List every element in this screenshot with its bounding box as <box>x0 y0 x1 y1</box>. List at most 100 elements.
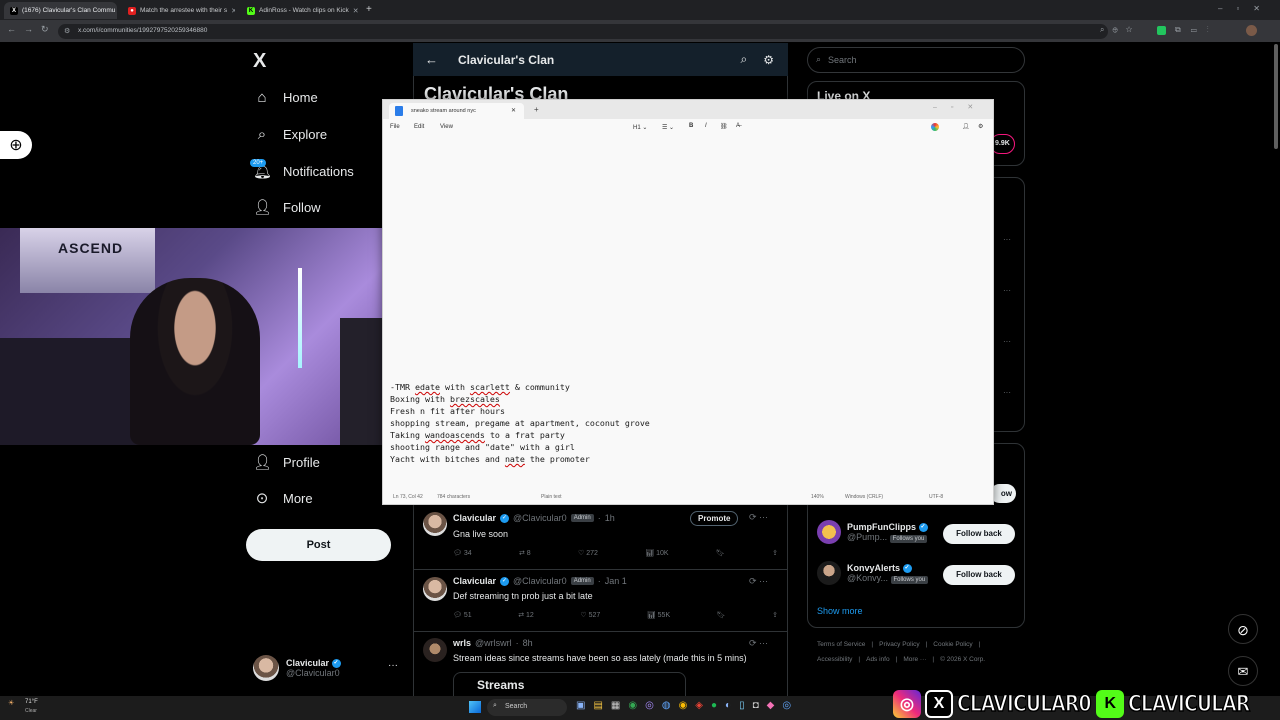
copilot-icon[interactable] <box>931 123 939 131</box>
footer-link[interactable]: More ··· <box>903 656 926 663</box>
app-icon[interactable]: ◎ <box>782 700 791 711</box>
bookmark-icon[interactable]: 🔖︎ <box>716 549 725 557</box>
close-icon[interactable]: ✕ <box>511 107 516 114</box>
tweet-handle[interactable]: @wrlswrl <box>475 638 512 648</box>
profile-avatar-icon[interactable] <box>1246 25 1257 36</box>
notepad-window[interactable]: sneako stream around nyc ✕ + –▫✕ File Ed… <box>382 99 994 505</box>
url-bar[interactable]: x.com/i/communities/1992797520259346880 <box>58 24 1108 39</box>
post-button[interactable]: Post <box>246 529 391 561</box>
new-tab-button[interactable]: + <box>366 4 372 15</box>
like-button[interactable]: ♡ 527 <box>580 611 600 619</box>
reply-button[interactable]: 💬︎ 34 <box>453 549 472 557</box>
footer-link[interactable]: Ads info <box>866 656 890 663</box>
tweet-time[interactable]: 1h <box>605 513 615 523</box>
toolbar-icons[interactable]: ⌕⊕☆ <box>1100 25 1140 35</box>
list-icon[interactable]: ☰ ⌄ <box>662 124 674 131</box>
tweet-time[interactable]: 8h <box>523 638 533 648</box>
page-scrollbar[interactable] <box>1274 44 1278 149</box>
account-switcher[interactable]: Clavicular ✓ @Clavicular0 <box>253 655 341 681</box>
grok-icon[interactable]: ⊘ <box>1228 614 1258 644</box>
promote-button[interactable]: Promote <box>690 511 739 526</box>
views-button[interactable]: 📊︎ 55K <box>647 611 670 619</box>
views-button[interactable]: 📊︎ 10K <box>645 549 668 557</box>
app-icon[interactable]: ◈ <box>695 700 703 711</box>
show-more-link[interactable]: Show more <box>817 606 863 616</box>
windows-start-icon[interactable] <box>469 701 481 713</box>
bookmark-icon[interactable]: 🔖︎ <box>717 611 726 619</box>
browser-menu-icons[interactable]: ⧉▭⋮ <box>1175 25 1219 35</box>
app-icon[interactable]: ◍ <box>662 700 671 711</box>
repost-button[interactable]: ⇄ 12 <box>518 611 534 619</box>
clear-format-icon[interactable]: A̶ <box>736 123 740 129</box>
italic-icon[interactable]: I <box>705 123 707 129</box>
notepad-tab[interactable]: sneako stream around nyc ✕ <box>389 103 524 119</box>
search-icon[interactable]: ⌕ <box>741 52 748 67</box>
notepad-icon[interactable]: ▯ <box>739 700 745 711</box>
file-explorer-icon[interactable]: ▤ <box>593 700 602 711</box>
share-icon[interactable]: ⇪ <box>772 611 778 619</box>
nav-profile[interactable]: 👤︎ Profile <box>253 453 320 471</box>
back-arrow-icon[interactable]: ← <box>425 52 438 67</box>
tweet-2[interactable]: Clavicular ✓ @Clavicular0 Admin · Jan 1 … <box>413 570 788 632</box>
settings-icon[interactable]: ⚙ <box>763 53 774 67</box>
tweet-media-card[interactable]: Streams <box>453 672 686 696</box>
footer-link[interactable]: Accessibility <box>817 656 852 663</box>
browser-tab-1[interactable]: X (1676) Clavicular's Clan Commu ✕ <box>4 2 117 19</box>
footer-link[interactable]: Privacy Policy <box>879 641 919 648</box>
x-logo-icon[interactable]: X <box>253 50 266 73</box>
nav-follow[interactable]: 👤︎ Follow <box>253 198 321 216</box>
tweet-icons[interactable]: ⟳ ··· <box>749 576 768 587</box>
bold-icon[interactable]: B <box>689 123 693 129</box>
chrome-icon[interactable]: ◉ <box>628 700 637 711</box>
close-icon[interactable]: ✕ <box>353 7 359 15</box>
taskbar-apps[interactable]: ▣ ▤ ▦ ◉ ◎ ◍ ◉ ◈ ● ◐ ▯ ◘ ◆ ◎ <box>576 700 791 711</box>
tweet-handle[interactable]: @Clavicular0 <box>513 576 567 586</box>
suggestion-1[interactable]: PumpFunClipps ✓ @Pump... Follows you <box>817 520 928 544</box>
account-icon[interactable]: 👤︎ <box>962 123 970 130</box>
messages-icon[interactable]: ✉ <box>1228 656 1258 686</box>
tweet-3[interactable]: wrls @wrlswrl · 8h ⟳ ··· Stream ideas si… <box>413 632 788 696</box>
trend-more-icons[interactable]: ··· ··· ··· ··· <box>1003 214 1011 418</box>
window-controls[interactable]: –▫✕ <box>1218 4 1274 13</box>
site-info-icon[interactable]: ⚙ <box>64 27 70 35</box>
browser-tab-3[interactable]: K AdinRoss - Watch clips on Kick ✕ <box>241 2 359 19</box>
notepad-text-area[interactable]: -TMR edate with scarlett & community Boxi… <box>390 381 650 465</box>
footer-link[interactable]: Cookie Policy <box>933 641 972 648</box>
browser-tab-2[interactable]: ● Match the arrestee with their s ✕ <box>122 2 235 19</box>
task-view-icon[interactable]: ▣ <box>576 700 585 711</box>
nav-home[interactable]: ⌂ Home <box>253 89 317 106</box>
nav-notifications[interactable]: 🔔︎ Notifications <box>253 162 354 180</box>
app-icon[interactable]: ◐ <box>725 700 731 711</box>
close-icon[interactable]: ✕ <box>231 7 235 15</box>
like-button[interactable]: ♡ 272 <box>578 549 598 557</box>
search-input[interactable]: ⌕ Search <box>807 47 1025 73</box>
taskbar-search[interactable]: ⌕ Search <box>487 699 567 716</box>
menu-file[interactable]: File <box>390 124 400 130</box>
tweet-1[interactable]: Clavicular ✓ @Clavicular0 Admin · 1h Pro… <box>413 505 788 570</box>
chrome-icon[interactable]: ◉ <box>679 700 688 711</box>
spotify-icon[interactable]: ● <box>711 700 717 711</box>
app-icon[interactable]: ◆ <box>767 700 775 711</box>
weather-icon[interactable]: ☀ <box>8 699 14 707</box>
new-tab-button[interactable]: + <box>534 105 539 114</box>
magnifier-icon[interactable]: ⊕ <box>0 131 32 159</box>
extension-icon[interactable] <box>1157 26 1166 35</box>
heading-dropdown[interactable]: H1 ⌄ <box>633 124 647 131</box>
suggestion-2[interactable]: KonvyAlerts ✓ @Konvy... Follows you <box>817 561 929 585</box>
reload-icon[interactable]: ↻ <box>41 24 49 35</box>
tweet-time[interactable]: Jan 1 <box>605 576 627 586</box>
forward-icon[interactable]: → <box>24 24 33 34</box>
reply-button[interactable]: 💬︎ 51 <box>453 611 472 619</box>
tweet-author[interactable]: Clavicular <box>453 513 496 523</box>
link-icon[interactable]: ⛓ <box>720 123 728 130</box>
repost-button[interactable]: ⇄ 8 <box>519 549 531 557</box>
tweet-icons[interactable]: ⟳ ··· <box>749 638 768 649</box>
tweet-author[interactable]: Clavicular <box>453 576 496 586</box>
share-icon[interactable]: ⇪ <box>772 549 778 557</box>
follow-back-button[interactable]: Follow back <box>943 565 1015 585</box>
window-controls[interactable]: –▫✕ <box>933 103 987 111</box>
menu-view[interactable]: View <box>440 124 453 130</box>
tweet-author[interactable]: wrls <box>453 638 471 648</box>
account-more-icon[interactable]: ··· <box>388 660 398 671</box>
app-icon[interactable]: ◘ <box>753 700 759 711</box>
